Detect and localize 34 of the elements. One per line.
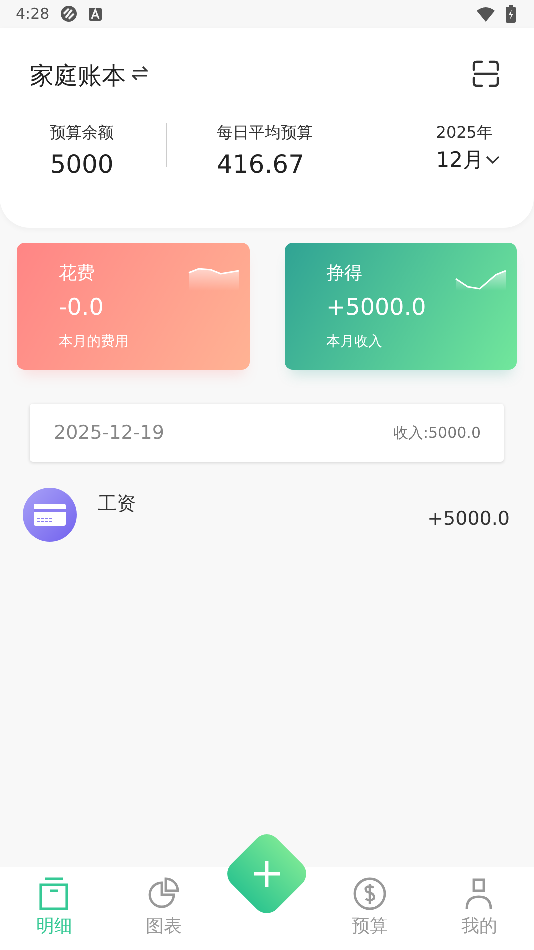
summary-card[interactable]: 挣得 +5000.0 本月收入 [284,243,517,370]
day-date: 2025-12-19 [54,422,164,444]
pie-chart-icon [146,877,181,911]
keyboard-icon [88,6,103,22]
dollar-icon [353,877,388,911]
stat-label: 预算余额 [50,123,114,144]
entry-name: 工资 [98,492,136,517]
nav-tab[interactable]: 明细 [0,867,110,950]
status-time: 4:28 [16,5,50,23]
swap-arrows-icon [132,65,148,82]
wifi-icon [476,6,496,22]
plus-icon [252,859,282,889]
card-title: 花费 [59,262,95,285]
nav-tab[interactable]: 预算 [316,867,425,950]
stat-label: 每日平均预算 [217,123,313,144]
card-amount: +5000.0 [326,295,426,321]
entry-amount: +5000.0 [428,508,510,530]
month-picker[interactable]: 2025年 12月 [436,123,500,174]
day-summary: 收入:5000.0 [393,424,481,442]
nav-tab[interactable]: 我的 [424,867,534,950]
stat-value: 5000 [50,150,114,179]
battery-icon [506,5,516,23]
summary-card[interactable]: 花费 -0.0 本月的费用 [17,243,250,370]
card-category-icon [23,488,77,542]
notification-icon [60,5,78,23]
ledger-title: 家庭账本 [30,60,126,92]
card-caption: 本月收入 [326,333,382,351]
card-title: 挣得 [326,262,362,285]
card-caption: 本月的费用 [59,333,129,351]
stat-value: 416.67 [217,150,304,179]
scan-icon [472,60,500,88]
chevron-down-icon [486,155,500,165]
card-amount: -0.0 [59,295,104,321]
nav-tab[interactable]: 图表 [109,867,218,950]
